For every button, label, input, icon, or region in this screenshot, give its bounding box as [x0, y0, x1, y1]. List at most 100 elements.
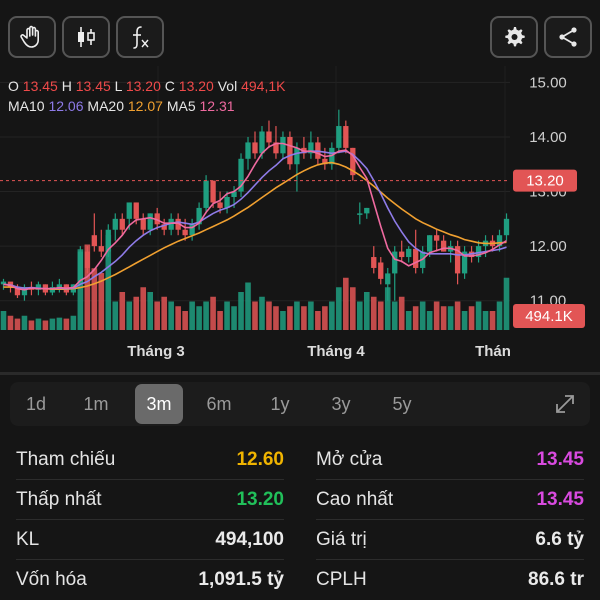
hand-icon [20, 25, 39, 48]
period-1m[interactable]: 1m [74, 382, 118, 426]
volume-bar [426, 311, 433, 330]
candle-body [84, 251, 90, 268]
expand-icon[interactable] [552, 391, 578, 417]
candle-body [56, 284, 63, 288]
share-button[interactable] [544, 16, 592, 58]
low-label: L [114, 78, 122, 94]
volume-bar [203, 301, 209, 330]
candle-body [433, 235, 440, 241]
period-3m[interactable]: 3m [135, 384, 183, 424]
candle-body [406, 248, 412, 258]
candle-body [217, 202, 223, 208]
volume-bar [63, 318, 70, 330]
ma10-label: MA10 [8, 98, 45, 114]
volume-bar [245, 282, 251, 330]
volume-bar [329, 301, 335, 330]
volume-bar [14, 318, 21, 330]
stat-low: Thấp nhất 13.20 [16, 480, 284, 520]
volume-bar [412, 306, 419, 330]
volume-bar [28, 320, 35, 330]
volume-bar [35, 318, 42, 330]
candle-body [182, 229, 188, 236]
stat-open: Mở cửa 13.45 [316, 440, 584, 480]
volume-bar [42, 320, 49, 330]
x-tick-label: Tháng 4 [307, 343, 365, 360]
candle-body [440, 240, 447, 252]
volume-bar [468, 306, 475, 330]
candle-body [357, 213, 363, 215]
stat-value: 12.60 [236, 449, 284, 470]
candle-body [203, 180, 209, 208]
stat-value-traded: Giá trị 6.6 tỷ [316, 520, 584, 560]
ohlc-line: O 13.45 H 13.45 L 13.20 C 13.20 Vol 494,… [8, 76, 285, 96]
volume-bar [273, 306, 279, 330]
candle-body [364, 207, 370, 214]
ma5-label: MA5 [166, 98, 196, 114]
period-6m[interactable]: 6m [197, 382, 241, 426]
period-3y[interactable]: 3y [319, 382, 363, 426]
volume-bar [56, 317, 63, 330]
ma20-label: MA20 [87, 98, 124, 114]
ma-line: MA10 12.06 MA20 12.07 MA5 12.31 [8, 96, 285, 116]
price-tag: 13.20 [526, 173, 564, 190]
volume-bar [440, 306, 447, 330]
candle-body [252, 142, 258, 154]
volume-bar [70, 315, 77, 330]
high-value: 13.45 [75, 78, 111, 94]
ma20-value: 12.07 [127, 98, 163, 114]
period-1y[interactable]: 1y [258, 382, 302, 426]
volume-tag: 494.1K [525, 308, 573, 325]
candle-type-button[interactable] [62, 16, 110, 58]
low-value: 13.20 [125, 78, 161, 94]
volume-bar [336, 287, 342, 330]
stat-label: Thấp nhất [16, 489, 102, 510]
volume-bar [196, 306, 202, 330]
y-axis: 15.0014.0013.0012.0011.00 [529, 74, 567, 309]
volume-bar [119, 292, 126, 330]
candle-body [503, 218, 510, 236]
candle-body [147, 213, 153, 230]
volume-bar [461, 311, 468, 330]
candle-body [98, 246, 104, 252]
y-tick-label: 15.00 [529, 74, 567, 91]
candle-body [413, 248, 419, 268]
x-tick-label: Thán [475, 343, 511, 360]
stat-label: Tham chiếu [16, 449, 116, 470]
volume-bar [482, 311, 489, 330]
volume-bar [7, 315, 14, 330]
candle-body [140, 218, 146, 230]
volume-bar [350, 287, 356, 330]
volume-bar [168, 301, 174, 330]
candle-body [399, 251, 405, 258]
volume-bar [357, 301, 363, 330]
settings-button[interactable] [490, 16, 538, 58]
candle-body [378, 262, 384, 279]
y-tick-label: 14.00 [529, 129, 567, 146]
volume-bar [322, 306, 328, 330]
volume-bar [405, 311, 412, 330]
candle-body [133, 202, 139, 219]
volume-bar [210, 296, 216, 330]
volume-bar [391, 301, 398, 330]
volume-label: Vol [217, 78, 238, 94]
volume-bar [370, 296, 377, 330]
indicators-button[interactable] [116, 16, 164, 58]
volume-bar [419, 301, 426, 330]
period-1d[interactable]: 1d [14, 382, 58, 426]
volume-bar [377, 301, 384, 330]
function-icon [133, 26, 149, 49]
high-label: H [61, 78, 72, 94]
period-5y[interactable]: 5y [380, 382, 424, 426]
volume-bar [161, 296, 167, 330]
stat-reference: Tham chiếu 12.60 [16, 440, 284, 480]
volume-bar [182, 311, 188, 330]
open-label: O [8, 78, 19, 94]
volume-bar [259, 296, 265, 330]
stat-label: Giá trị [316, 529, 367, 550]
volume-bar [496, 301, 503, 330]
candle-body [294, 147, 300, 165]
x-axis: Tháng 3 Tháng 4 Thán [127, 343, 511, 360]
hand-tool-button[interactable] [8, 16, 56, 58]
stat-value: 1,091.5 tỷ [198, 569, 284, 590]
candle-body [371, 257, 377, 268]
